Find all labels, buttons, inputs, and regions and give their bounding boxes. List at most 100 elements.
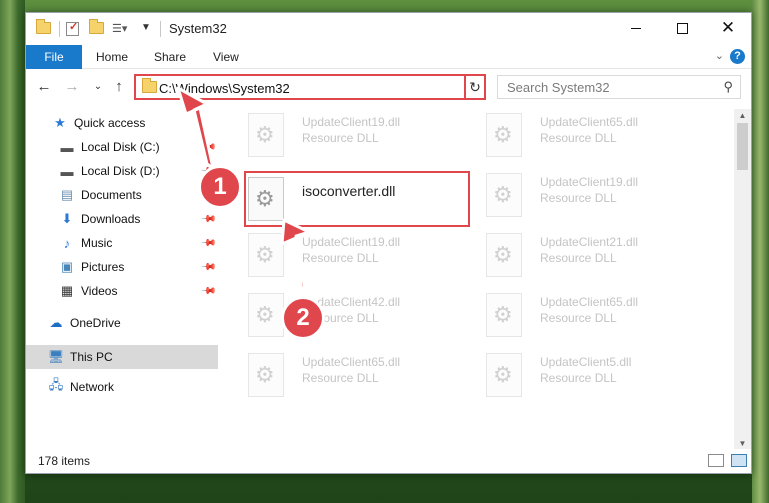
- sidebar-item-label: Quick access: [74, 116, 146, 130]
- sidebar-item-label: Local Disk (C:): [81, 140, 160, 154]
- sidebar-item-quick-access[interactable]: ★ Quick access: [26, 111, 218, 135]
- file-name: UpdateClient65.dll: [302, 355, 401, 369]
- documents-icon: ▤: [60, 187, 74, 202]
- sidebar-item-downloads[interactable]: ⬇ Downloads 📌: [26, 207, 218, 231]
- chevron-down-icon[interactable]: ▼: [141, 22, 157, 36]
- sidebar-item-videos[interactable]: ▦ Videos 📌: [26, 279, 218, 303]
- sidebar-item-this-pc[interactable]: 🖥 This PC: [26, 345, 218, 369]
- title-bar: ☰▾ ▼ System32 ✕: [26, 13, 751, 45]
- dll-file-icon: [248, 293, 284, 337]
- cloud-icon: ☁: [49, 315, 63, 330]
- file-type: Resource DLL: [302, 251, 379, 265]
- dll-file-icon: [486, 113, 522, 157]
- vertical-scrollbar[interactable]: ▲ ▼: [734, 109, 751, 451]
- details-view-icon[interactable]: [708, 454, 724, 467]
- new-folder-icon[interactable]: [89, 19, 105, 36]
- sidebar-item-local-disk-d[interactable]: ▬ Local Disk (D:) 📌: [26, 159, 218, 183]
- minimize-button[interactable]: [613, 13, 659, 43]
- sidebar-item-label: Network: [70, 380, 115, 394]
- sidebar-item-label: Pictures: [81, 260, 125, 274]
- expand-ribbon-icon[interactable]: ⌄: [715, 49, 724, 62]
- pin-icon[interactable]: 📌: [199, 235, 216, 252]
- file-item[interactable]: UpdateClient5.dll Resource DLL: [482, 349, 712, 405]
- file-item[interactable]: UpdateClient65.dll Resource DLL: [244, 349, 474, 405]
- sidebar-item-pictures[interactable]: ▣ Pictures 📌: [26, 255, 218, 279]
- sidebar-item-label: Music: [81, 236, 113, 250]
- pin-icon[interactable]: 📌: [199, 259, 216, 276]
- folder-icon[interactable]: [36, 19, 52, 36]
- sidebar-item-label: Local Disk (D:): [81, 164, 160, 178]
- file-item[interactable]: UpdateClient65.dll Resource DLL: [482, 289, 712, 345]
- search-icon[interactable]: ⚲: [723, 79, 733, 95]
- back-button[interactable]: ←: [34, 76, 54, 98]
- scroll-thumb[interactable]: [737, 123, 748, 170]
- sidebar-item-onedrive[interactable]: ☁ OneDrive: [26, 311, 218, 335]
- sidebar-item-label: Documents: [81, 188, 142, 202]
- file-type: Resource DLL: [540, 251, 617, 265]
- pictures-icon: ▣: [60, 259, 74, 274]
- file-item[interactable]: UpdateClient42.dll Resource DLL: [244, 289, 474, 345]
- status-bar: 178 items: [26, 449, 751, 473]
- file-explorer-window: ☰▾ ▼ System32 ✕ File Home Share View ⌄ ?…: [25, 12, 752, 474]
- highlight-box: [244, 171, 470, 227]
- maximize-button[interactable]: [659, 13, 705, 43]
- address-path: C:\Windows\System32: [159, 81, 290, 96]
- sidebar-item-network[interactable]: 🖧 Network: [26, 375, 218, 399]
- sidebar-item-music[interactable]: ♪ Music 📌: [26, 231, 218, 255]
- tab-share[interactable]: Share: [154, 45, 186, 69]
- sidebar-item-label: This PC: [70, 350, 113, 364]
- file-item[interactable]: UpdateClient21.dll Resource DLL: [482, 229, 712, 285]
- tab-file[interactable]: File: [26, 45, 82, 69]
- file-item[interactable]: UpdateClient19.dll Resource DLL: [482, 169, 712, 225]
- help-button[interactable]: ?: [730, 49, 745, 64]
- refresh-button[interactable]: ↻: [464, 74, 486, 100]
- file-name: UpdateClient19.dll: [302, 235, 401, 249]
- dll-file-icon: [486, 173, 522, 217]
- search-input[interactable]: Search System32 ⚲: [497, 75, 741, 99]
- sidebar-item-local-disk-c[interactable]: ▬ Local Disk (C:) 📌: [26, 135, 218, 159]
- dll-file-icon: [248, 113, 284, 157]
- file-list: UpdateClient19.dll Resource DLL UpdateCl…: [234, 105, 734, 449]
- scroll-up-icon[interactable]: ▲: [734, 109, 751, 123]
- dll-file-icon: [486, 353, 522, 397]
- file-type: Resource DLL: [302, 371, 379, 385]
- download-icon: ⬇: [61, 211, 73, 226]
- file-name: UpdateClient19.dll: [540, 175, 639, 189]
- step-2-badge: 2: [281, 296, 325, 340]
- sidebar-item-documents[interactable]: ▤ Documents 📌: [26, 183, 218, 207]
- navigation-pane: ★ Quick access ▬ Local Disk (C:) 📌 ▬ Loc…: [26, 109, 218, 449]
- file-name: UpdateClient21.dll: [540, 235, 639, 249]
- drive-icon: ▬: [60, 163, 74, 179]
- file-type: Resource DLL: [540, 311, 617, 325]
- close-button[interactable]: ✕: [705, 13, 751, 43]
- file-item[interactable]: UpdateClient65.dll Resource DLL: [482, 109, 712, 165]
- file-item[interactable]: UpdateClient19.dll Resource DLL: [244, 109, 474, 165]
- file-type: Resource DLL: [540, 191, 617, 205]
- recent-locations-button[interactable]: ⌄: [88, 76, 108, 98]
- toolbar-divider: [59, 21, 60, 37]
- file-type: Resource DLL: [302, 131, 379, 145]
- pin-icon[interactable]: 📌: [199, 211, 216, 228]
- tab-home[interactable]: Home: [96, 45, 128, 69]
- drive-icon: ▬: [60, 139, 74, 155]
- dll-file-icon: [486, 293, 522, 337]
- file-name: UpdateClient19.dll: [302, 115, 401, 129]
- videos-icon: ▦: [60, 283, 74, 298]
- file-item[interactable]: UpdateClient19.dll Resource DLL: [244, 229, 474, 285]
- properties-icon[interactable]: [66, 20, 82, 36]
- file-type: Resource DLL: [540, 371, 617, 385]
- item-count: 178 items: [38, 454, 91, 468]
- tab-view[interactable]: View: [213, 45, 239, 69]
- step-1-badge: 1: [198, 165, 242, 209]
- address-bar[interactable]: C:\Windows\System32 ⌄: [134, 74, 484, 100]
- up-button[interactable]: ↑: [109, 76, 129, 98]
- star-icon: ★: [54, 115, 66, 130]
- customize-toolbar-icon[interactable]: ☰▾: [112, 22, 134, 36]
- pin-icon[interactable]: 📌: [199, 283, 216, 300]
- large-icons-view-icon[interactable]: [731, 454, 747, 467]
- pin-icon[interactable]: 📌: [199, 139, 216, 156]
- ribbon: File Home Share View ⌄ ?: [26, 45, 751, 69]
- file-type: Resource DLL: [540, 131, 617, 145]
- forward-button[interactable]: →: [62, 76, 82, 98]
- dll-file-icon: [248, 353, 284, 397]
